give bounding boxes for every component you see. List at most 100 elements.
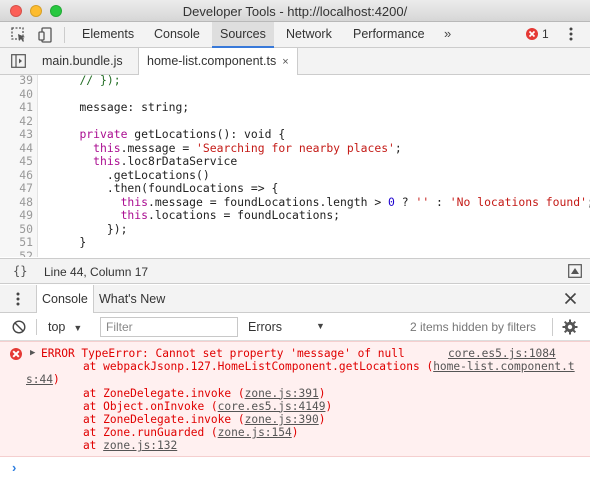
editor-status-bar: {} Line 44, Column 17 — [0, 258, 590, 284]
toggle-navigator-icon[interactable] — [11, 54, 26, 68]
tab-sources[interactable]: Sources — [212, 22, 274, 48]
console-error-message[interactable]: ▶ ERROR TypeError: Cannot set property '… — [0, 341, 590, 457]
error-counter[interactable]: 1 — [526, 27, 549, 41]
coverage-icon[interactable] — [568, 264, 582, 278]
line-number[interactable]: 39 — [0, 75, 33, 88]
error-text: at ZoneDelegate.invoke ( — [56, 413, 245, 426]
code-line: 47 .then(foundLocations => { — [0, 181, 590, 196]
console-filter-input[interactable] — [100, 317, 238, 337]
line-number[interactable]: 50 — [0, 222, 33, 237]
file-tab-main-bundle[interactable]: main.bundle.js — [34, 48, 131, 75]
context-label: top — [48, 320, 66, 334]
log-levels-label: Errors — [248, 320, 283, 334]
line-number[interactable]: 45 — [0, 154, 33, 169]
error-icon — [10, 348, 22, 360]
expand-triangle-icon[interactable]: ▶ — [30, 348, 35, 358]
toolbar-divider — [36, 319, 37, 335]
line-number[interactable]: 47 — [0, 181, 33, 196]
log-levels-select[interactable]: Errors ▼ — [248, 320, 328, 334]
source-link[interactable]: zone.js:154 — [218, 426, 292, 439]
tab-elements[interactable]: Elements — [74, 22, 142, 48]
execution-context-select[interactable]: top ▼ — [48, 320, 82, 334]
code-token: // }); — [79, 75, 121, 87]
code-text: this.locations = foundLocations; — [52, 208, 341, 223]
code-token: message: string; — [52, 100, 190, 114]
error-text: ) — [318, 413, 326, 426]
inspect-element-icon[interactable] — [10, 26, 28, 44]
more-tabs-button[interactable]: » — [444, 26, 451, 41]
console-prompt[interactable]: › — [0, 457, 590, 481]
code-token: .locations = foundLocations; — [148, 208, 341, 222]
tab-performance[interactable]: Performance — [345, 22, 433, 48]
clear-console-icon[interactable] — [12, 320, 26, 334]
line-number[interactable]: 41 — [0, 100, 33, 115]
customize-menu-icon[interactable] — [568, 25, 574, 43]
console-output: ▶ ERROR TypeError: Cannot set property '… — [0, 341, 590, 490]
close-tab-icon[interactable]: × — [282, 56, 288, 68]
code-token: ; — [394, 140, 402, 155]
code-line: 40 — [0, 87, 590, 102]
drawer-tabbar: Console What's New — [0, 285, 590, 314]
code-token: this — [120, 194, 149, 209]
tab-network[interactable]: Network — [278, 22, 340, 48]
code-token: private — [79, 127, 128, 141]
code-text: this.message = 'Searching for nearby pla… — [52, 140, 402, 156]
tab-console[interactable]: Console — [146, 22, 208, 48]
code-token: this — [93, 154, 121, 168]
code-text: this.loc8rDataService — [52, 154, 238, 169]
source-link[interactable]: zone.js:391 — [245, 387, 319, 400]
error-text: at ZoneDelegate.invoke ( — [56, 386, 245, 400]
error-text: ) — [325, 399, 333, 413]
line-number[interactable]: 51 — [0, 235, 33, 250]
code-text: }); — [52, 221, 128, 237]
source-link[interactable]: s:44 — [26, 373, 53, 386]
line-number[interactable]: 52 — [0, 249, 33, 257]
error-text: at Zone.runGuarded ( — [56, 426, 218, 440]
drawer-tab-whats-new[interactable]: What's New — [94, 285, 170, 313]
source-link[interactable]: core.es5.js:1084 — [448, 347, 556, 360]
line-number[interactable]: 46 — [0, 168, 33, 183]
code-token: }); — [52, 221, 128, 236]
code-token: ? — [394, 194, 416, 209]
error-text: at — [56, 439, 104, 453]
pretty-print-button[interactable]: {} — [13, 264, 27, 278]
code-token: .then(foundLocations => { — [52, 181, 279, 195]
line-number[interactable]: 44 — [0, 141, 33, 156]
device-toolbar-icon[interactable] — [37, 26, 55, 44]
error-line: at zone.js:132 — [56, 439, 561, 452]
dropdown-caret-icon: ▼ — [316, 321, 325, 331]
line-number[interactable]: 48 — [0, 195, 33, 210]
code-token: : — [429, 194, 450, 209]
code-token: getLocations(): void { — [127, 127, 286, 141]
console-filter-bar: top ▼ Errors ▼ 2 items hidden by filters — [0, 313, 590, 341]
code-text: .then(foundLocations => { — [52, 181, 279, 196]
code-token: .loc8rDataService — [120, 154, 238, 168]
code-editor[interactable]: 39 // }); 40 41 message: string; 42 43 priva… — [0, 75, 590, 257]
close-drawer-icon[interactable] — [564, 292, 577, 305]
code-line: 43 private getLocations(): void { — [0, 127, 590, 142]
source-link[interactable]: home-list.component.t — [433, 360, 574, 373]
line-number[interactable]: 43 — [0, 127, 33, 142]
code-text: .getLocations() — [52, 167, 210, 183]
line-number[interactable]: 49 — [0, 208, 33, 223]
file-tab-home-list-component[interactable]: home-list.component.ts × — [138, 48, 298, 76]
line-number[interactable]: 40 — [0, 87, 33, 102]
line-number[interactable]: 42 — [0, 114, 33, 129]
file-tabbar: main.bundle.js home-list.component.ts × — [0, 48, 590, 76]
drawer-menu-icon[interactable] — [16, 290, 20, 308]
error-icon — [526, 28, 538, 40]
code-token: this — [93, 140, 121, 155]
console-settings-gear-icon[interactable] — [562, 319, 578, 335]
source-link[interactable]: zone.js:390 — [245, 413, 319, 426]
hidden-items-count: 2 items hidden by filters — [410, 320, 537, 334]
source-link[interactable]: core.es5.js:4149 — [218, 400, 326, 413]
code-line: 49 this.locations = foundLocations; — [0, 208, 590, 223]
drawer-tab-console[interactable]: Console — [36, 285, 94, 314]
code-token: .getLocations() — [52, 167, 210, 182]
source-link[interactable]: zone.js:132 — [103, 439, 177, 452]
error-line: at ZoneDelegate.invoke (zone.js:390) — [56, 413, 561, 426]
code-text: message: string; — [52, 100, 190, 115]
